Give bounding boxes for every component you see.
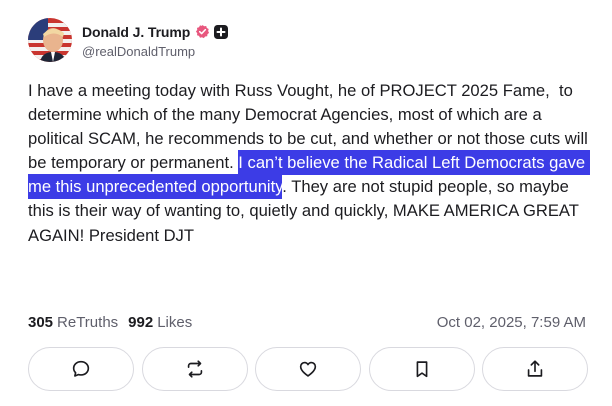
author-display-name[interactable]: Donald J. Trump bbox=[82, 24, 190, 40]
post-body: I have a meeting today with Russ Vought,… bbox=[28, 79, 594, 248]
author-names: Donald J. Trump @realDonaldTrump bbox=[82, 22, 229, 59]
reply-button[interactable] bbox=[28, 347, 134, 391]
name-row: Donald J. Trump bbox=[82, 22, 229, 42]
post-stats: 305 ReTruths 992 Likes bbox=[28, 314, 192, 331]
post-timestamp[interactable]: Oct 02, 2025, 7:59 AM bbox=[437, 314, 586, 331]
likes-count[interactable]: 992 bbox=[128, 314, 153, 331]
repost-icon bbox=[187, 360, 202, 378]
bookmark-icon bbox=[416, 361, 427, 378]
post-header: Donald J. Trump @realDonaldTrump bbox=[28, 18, 229, 62]
avatar[interactable] bbox=[28, 18, 72, 62]
verified-badge-icon bbox=[195, 24, 210, 39]
author-handle[interactable]: @realDonaldTrump bbox=[82, 44, 228, 59]
retruth-button[interactable] bbox=[141, 347, 248, 391]
bookmark-button[interactable] bbox=[368, 347, 475, 391]
heart-icon bbox=[299, 361, 317, 377]
retruths-label[interactable]: ReTruths bbox=[57, 314, 118, 331]
action-bar bbox=[28, 347, 588, 391]
retruths-count[interactable]: 305 bbox=[28, 314, 53, 331]
avatar-image bbox=[28, 18, 72, 62]
truth-post: Donald J. Trump @realDonaldTrump I have … bbox=[0, 0, 612, 406]
comment-icon bbox=[72, 360, 90, 377]
plus-badge-icon bbox=[214, 24, 229, 39]
share-button[interactable] bbox=[482, 347, 588, 391]
likes-label[interactable]: Likes bbox=[157, 314, 192, 331]
share-icon bbox=[527, 360, 543, 377]
like-button[interactable] bbox=[255, 347, 361, 391]
